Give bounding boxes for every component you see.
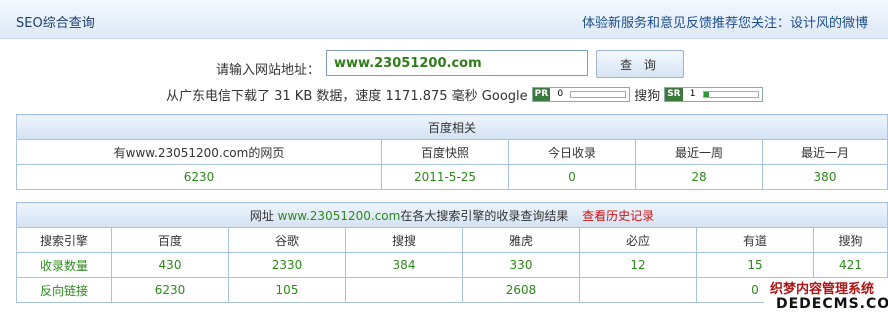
sogou-rank-badge: SR 1: [664, 86, 763, 102]
row-backlinks-label: 反向链接: [16, 277, 112, 303]
baidu-table: 百度相关 有www.23051200.com的网页 百度快照 今日收录 最近一周…: [16, 114, 888, 190]
engines-header-suffix: 在各大搜索引擎的收录查询结果: [400, 208, 569, 223]
feedback-link[interactable]: 体验新服务和意见反馈推荐您关注：设计风的微博: [582, 12, 868, 31]
index-baidu: 430: [111, 252, 229, 278]
baidu-label-snapshot: 百度快照: [381, 139, 509, 165]
index-sogou: 421: [813, 252, 888, 278]
history-link[interactable]: 查看历史记录: [582, 209, 654, 223]
sr-tag: SR: [665, 87, 683, 101]
download-info: 从广东电信下载了 31 KB 数据，速度 1171.875 毫秒 Google …: [166, 86, 767, 104]
baidu-header: 百度相关: [16, 114, 888, 140]
watermark-logo: 织梦内容管理系统 DEDECMS.COM: [764, 278, 888, 314]
col-engine: 搜索引擎: [16, 227, 112, 253]
backlinks-bing: [579, 277, 697, 303]
baidu-value-pages: 6230: [16, 164, 382, 190]
col-soso: 搜搜: [345, 227, 463, 253]
baidu-label-pages: 有www.23051200.com的网页: [16, 139, 382, 165]
engines-header: 网址 www.23051200.com在各大搜索引擎的收录查询结果 查看历史记录: [16, 202, 888, 228]
index-soso: 384: [345, 252, 463, 278]
pr-tag: PR: [532, 87, 551, 101]
pr-value: 0: [557, 89, 564, 99]
index-youdao: 15: [696, 252, 814, 278]
col-youdao: 有道: [696, 227, 814, 253]
baidu-value-snapshot: 2011-5-25: [381, 164, 509, 190]
backlinks-google: 105: [228, 277, 346, 303]
row-index-label: 收录数量: [16, 252, 112, 278]
baidu-label-today: 今日收录: [508, 139, 636, 165]
sogou-label: 搜狗: [634, 88, 661, 104]
backlinks-yahoo: 2608: [462, 277, 580, 303]
index-yahoo: 330: [462, 252, 580, 278]
page-title: SEO综合查询: [16, 16, 95, 31]
pagerank-badge: PR 0: [531, 86, 631, 102]
index-google: 2330: [228, 252, 346, 278]
engines-header-prefix: 网址: [249, 208, 278, 223]
index-bing: 12: [579, 252, 697, 278]
backlinks-soso: [345, 277, 463, 303]
col-baidu: 百度: [111, 227, 229, 253]
watermark-line2: DEDECMS.COM: [776, 296, 888, 312]
col-sogou: 搜狗: [813, 227, 888, 253]
baidu-label-month: 最近一月: [762, 139, 888, 165]
query-button[interactable]: 查 询: [596, 50, 684, 78]
engines-table: 网址 www.23051200.com在各大搜索引擎的收录查询结果 查看历史记录…: [16, 202, 888, 303]
pr-bar: [570, 90, 627, 98]
query-row: 请输入网站地址： 查 询: [0, 50, 888, 80]
url-input[interactable]: [326, 50, 588, 76]
download-text: 从广东电信下载了 31 KB 数据，速度 1171.875 毫秒 Google: [166, 88, 528, 104]
url-label: 请输入网站地址：: [216, 63, 321, 78]
col-google: 谷歌: [228, 227, 346, 253]
baidu-value-today: 0: [508, 164, 636, 190]
col-yahoo: 雅虎: [462, 227, 580, 253]
engines-header-domain: www.23051200.com: [277, 208, 401, 223]
col-bing: 必应: [579, 227, 697, 253]
baidu-value-week: 28: [635, 164, 763, 190]
baidu-label-week: 最近一周: [635, 139, 763, 165]
sr-value: 1: [689, 89, 696, 99]
backlinks-baidu: 6230: [111, 277, 229, 303]
top-bar: SEO综合查询 体验新服务和意见反馈推荐您关注：设计风的微博: [0, 0, 888, 39]
baidu-value-month: 380: [762, 164, 888, 190]
watermark-line1: 织梦内容管理系统: [770, 282, 875, 297]
sr-bar: [702, 90, 759, 98]
